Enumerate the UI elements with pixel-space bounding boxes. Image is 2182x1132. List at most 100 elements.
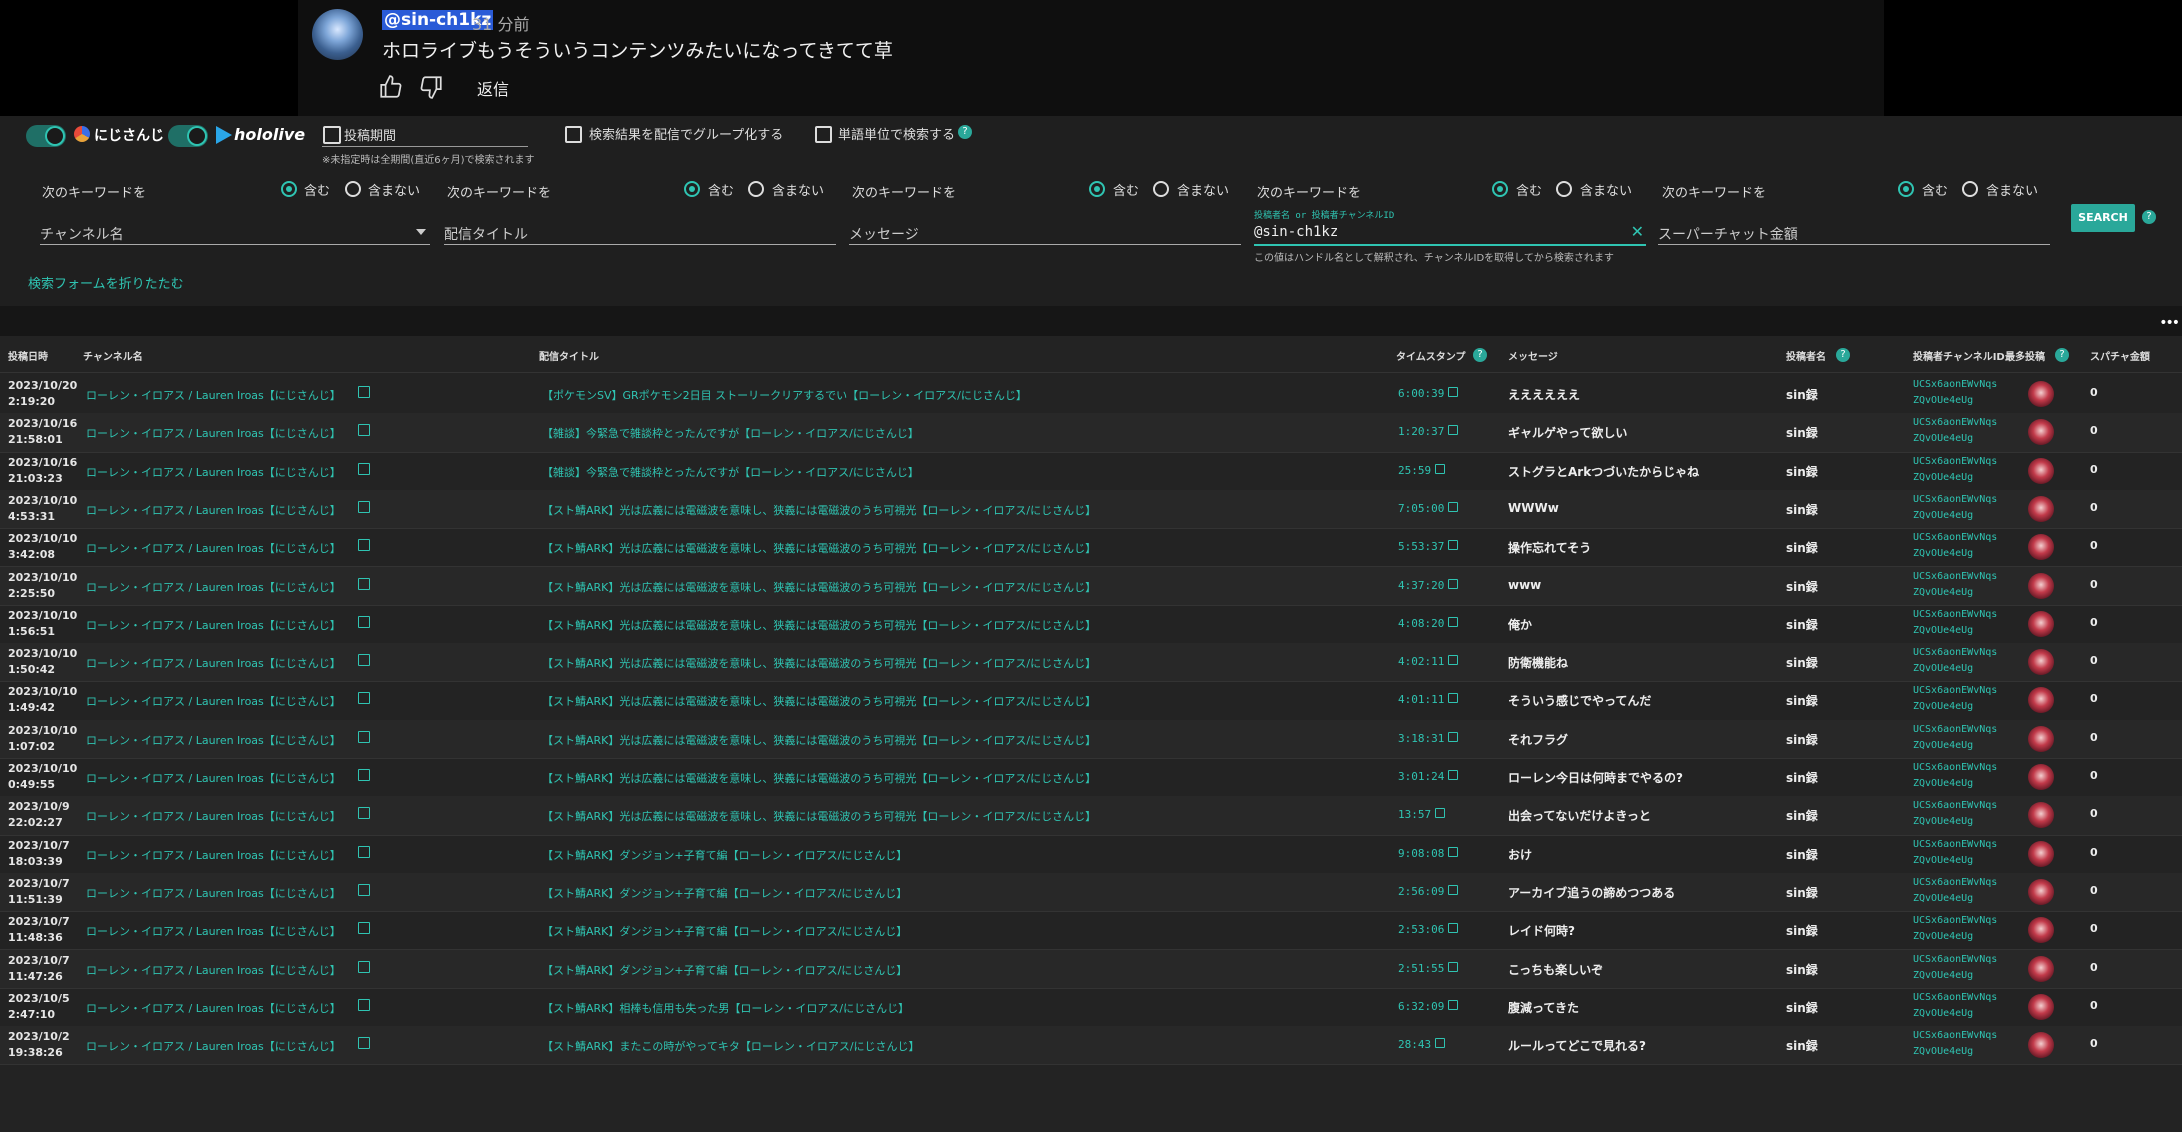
avatar[interactable] [2028,764,2054,790]
external-link-icon[interactable] [358,883,370,896]
include-radio[interactable] [1492,181,1508,197]
external-link-icon[interactable] [358,500,370,513]
channel-link[interactable]: ローレン・イロアス / Lauren Iroas【にじさんじ】 [86,387,341,403]
external-link-icon[interactable] [1448,501,1458,512]
header-superchat[interactable]: スパチャ金額 [2090,348,2150,363]
include-radio[interactable] [281,181,297,197]
author-channel-id[interactable]: UCSx6aonEWvNqs ZQvOUe4eUg [1913,530,1997,562]
external-link-icon[interactable] [1448,655,1458,666]
avatar[interactable] [2028,419,2054,446]
author-channel-id[interactable]: UCSx6aonEWvNqs ZQvOUe4eUg [1913,952,1997,984]
timestamp-link[interactable]: 25:59 [1398,464,1431,477]
stream-title-link[interactable]: 【スト鯖ARK】光は広義には電磁波を意味し、狭義には電磁波のうち可視光【ローレン… [542,502,1096,518]
external-link-icon[interactable] [1448,540,1458,551]
external-link-icon[interactable] [358,769,370,781]
header-date[interactable]: 投稿日時 [8,348,48,363]
external-link-icon[interactable] [358,615,370,628]
stream-title-link[interactable]: 【雑談】今緊急で雑談枠とったんですが【ローレン・イロアス/にじさんじ】 [542,464,919,480]
external-link-icon[interactable] [1448,616,1458,627]
external-link-icon[interactable] [1435,808,1445,819]
author-channel-id[interactable]: UCSx6aonEWvNqs ZQvOUe4eUg [1913,454,1997,486]
external-link-icon[interactable] [1448,693,1458,704]
include-radio[interactable] [1898,181,1914,197]
external-link-icon[interactable] [1435,1038,1445,1049]
channel-link[interactable]: ローレン・イロアス / Lauren Iroas【にじさんじ】 [86,579,341,595]
stream-title-link[interactable]: 【スト鯖ARK】光は広義には電磁波を意味し、狭義には電磁波のうち可視光【ローレン… [542,732,1096,748]
search-button[interactable]: SEARCH [2071,204,2135,232]
timestamp-link[interactable]: 4:37:20 [1398,579,1444,592]
author-channel-id[interactable]: UCSx6aonEWvNqs ZQvOUe4eUg [1913,913,1997,945]
avatar[interactable] [2028,381,2054,407]
channel-link[interactable]: ローレン・イロアス / Lauren Iroas【にじさんじ】 [86,540,341,556]
exclude-radio[interactable] [345,181,361,197]
external-link-icon[interactable] [1448,731,1458,742]
stream-title-link[interactable]: 【スト鯖ARK】光は広義には電磁波を意味し、狭義には電磁波のうち可視光【ローレン… [542,579,1096,595]
stream-title-link[interactable]: 【スト鯖ARK】ダンジョン+子育て編【ローレン・イロアス/にじさんじ】 [542,923,907,939]
stream-title-link[interactable]: 【スト鯖ARK】相棒も信用も失った男【ローレン・イロアス/にじさんじ】 [542,1000,909,1016]
author-channel-id[interactable]: UCSx6aonEWvNqs ZQvOUe4eUg [1913,569,1997,601]
timestamp-link[interactable]: 2:51:55 [1398,962,1444,975]
avatar[interactable] [2028,649,2054,676]
stream-title-link[interactable]: 【スト鯖ARK】光は広義には電磁波を意味し、狭義には電磁波のうち可視光【ローレン… [542,770,1096,786]
calendar-icon[interactable] [323,126,341,144]
external-link-icon[interactable] [358,998,370,1011]
timestamp-link[interactable]: 5:53:37 [1398,540,1444,553]
channel-link[interactable]: ローレン・イロアス / Lauren Iroas【にじさんじ】 [86,923,341,939]
author-channel-id[interactable]: UCSx6aonEWvNqs ZQvOUe4eUg [1913,683,1997,715]
avatar[interactable] [2028,534,2054,561]
stream-title-link[interactable]: 【スト鯖ARK】光は広義には電磁波を意味し、狭義には電磁波のうち可視光【ローレン… [542,808,1096,824]
header-title[interactable]: 配信タイトル [539,348,599,363]
timestamp-link[interactable]: 2:53:06 [1398,923,1444,936]
timestamp-link[interactable]: 6:00:39 [1398,387,1444,400]
timestamp-link[interactable]: 1:20:37 [1398,425,1444,438]
stream-title-link[interactable]: 【スト鯖ARK】ダンジョン+子育て編【ローレン・イロアス/にじさんじ】 [542,885,907,901]
toggle-hololive[interactable] [168,125,208,147]
external-link-icon[interactable] [1448,770,1458,780]
external-link-icon[interactable] [358,692,370,705]
channel-link[interactable]: ローレン・イロアス / Lauren Iroas【にじさんじ】 [86,693,341,709]
external-link-icon[interactable] [1448,999,1458,1010]
external-link-icon[interactable] [358,577,370,590]
external-link-icon[interactable] [358,807,370,820]
channel-link[interactable]: ローレン・イロアス / Lauren Iroas【にじさんじ】 [86,770,341,786]
external-link-icon[interactable] [358,922,370,935]
avatar[interactable] [2028,840,2054,867]
help-icon[interactable]: ? [1836,348,1850,362]
title-input[interactable]: 配信タイトル [444,220,836,245]
group-by-stream-checkbox[interactable] [565,126,582,143]
period-label[interactable]: 投稿期間 [344,125,396,144]
stream-title-link[interactable]: 【雑談】今緊急で雑談枠とったんですが【ローレン・イロアス/にじさんじ】 [542,425,919,441]
timestamp-link[interactable]: 3:18:31 [1398,732,1444,745]
timestamp-link[interactable]: 3:01:24 [1398,770,1444,783]
help-icon[interactable]: ? [1473,348,1487,362]
timestamp-link[interactable]: 2:56:09 [1398,885,1444,898]
avatar[interactable] [2028,572,2054,599]
external-link-icon[interactable] [358,539,370,552]
external-link-icon[interactable] [358,1037,370,1050]
channel-link[interactable]: ローレン・イロアス / Lauren Iroas【にじさんじ】 [86,617,341,633]
header-author[interactable]: 投稿者名 [1786,348,1826,363]
stream-title-link[interactable]: 【ポケモンSV】GRポケモン2日目 ストーリークリアするでい【ローレン・イロアス… [542,387,1027,403]
stream-title-link[interactable]: 【スト鯖ARK】またこの時がやってキタ【ローレン・イロアス/にじさんじ】 [542,1038,920,1054]
timestamp-link[interactable]: 6:32:09 [1398,1000,1444,1013]
timestamp-link[interactable]: 13:57 [1398,808,1431,821]
avatar[interactable] [2028,955,2054,982]
help-icon[interactable]: ? [2142,210,2156,224]
exclude-radio[interactable] [1153,181,1169,197]
timestamp-link[interactable]: 4:02:11 [1398,655,1444,668]
header-most-posts[interactable]: 最多投稿 [2005,348,2045,363]
stream-title-link[interactable]: 【スト鯖ARK】光は広義には電磁波を意味し、狭義には電磁波のうち可視光【ローレン… [542,617,1096,633]
external-link-icon[interactable] [358,424,370,437]
avatar[interactable] [2028,993,2054,1020]
channel-link[interactable]: ローレン・イロアス / Lauren Iroas【にじさんじ】 [86,655,341,671]
toggle-nijisanji[interactable] [26,125,66,147]
header-timestamp[interactable]: タイムスタンプ [1396,348,1466,363]
external-link-icon[interactable] [1448,387,1458,397]
author-channel-id[interactable]: UCSx6aonEWvNqs ZQvOUe4eUg [1913,837,1997,869]
more-icon[interactable]: ••• [2159,315,2180,331]
include-radio[interactable] [684,181,700,197]
avatar[interactable] [2028,725,2054,752]
external-link-icon[interactable] [358,654,370,667]
external-link-icon[interactable] [1448,578,1458,589]
author-channel-id[interactable]: UCSx6aonEWvNqs ZQvOUe4eUg [1913,722,1997,754]
